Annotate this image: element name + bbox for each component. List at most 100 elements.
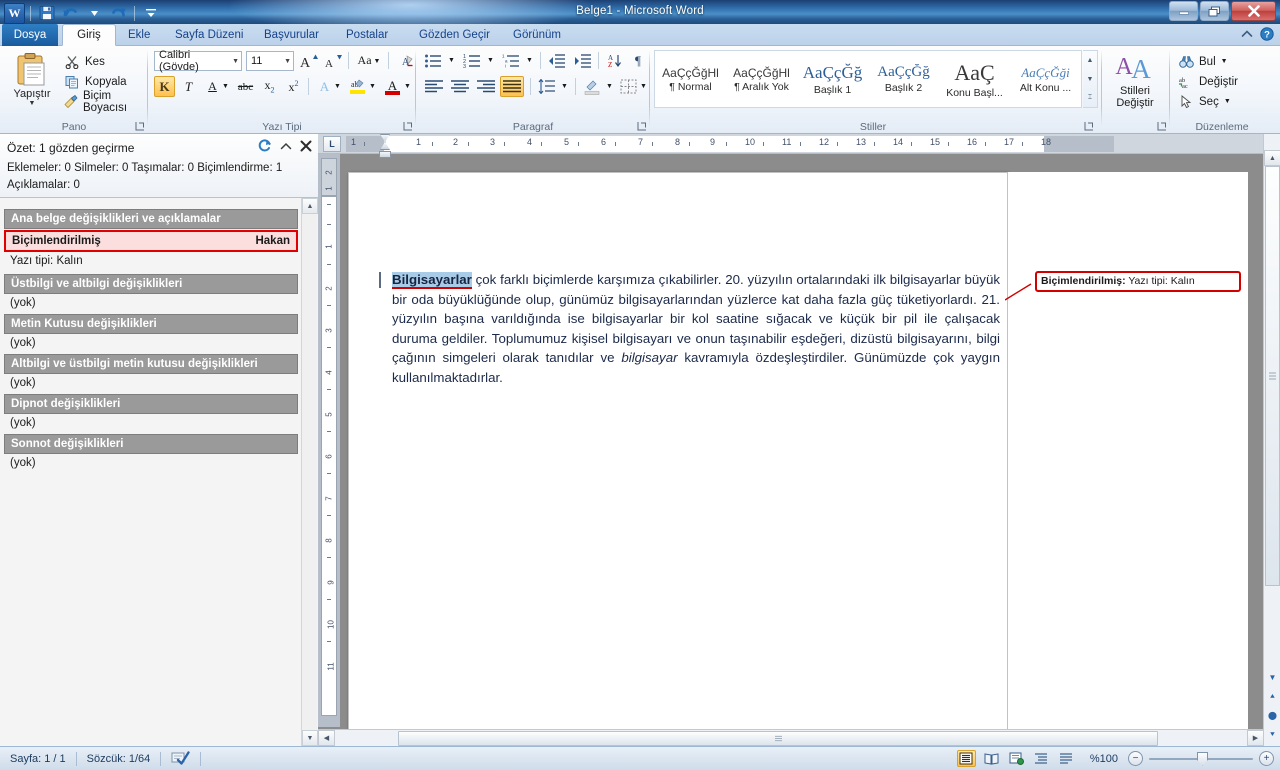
draft-view-button[interactable]: [1057, 750, 1076, 767]
styles-dialog-launcher-icon[interactable]: [1083, 121, 1094, 132]
styles-gallery-scroll[interactable]: ▲ ▼ ⌶: [1083, 50, 1098, 108]
shrink-font-icon[interactable]: A: [322, 50, 344, 71]
clear-formatting-icon[interactable]: A: [394, 50, 416, 71]
hscroll-left-icon[interactable]: ◀: [318, 730, 335, 746]
left-indent-marker[interactable]: [379, 151, 391, 158]
ribbon-help-icons[interactable]: ?: [1241, 27, 1274, 44]
tab-postalar[interactable]: Postalar: [336, 24, 398, 46]
zoom-slider[interactable]: [1149, 751, 1253, 766]
web-layout-view-button[interactable]: [1007, 750, 1026, 767]
shading-icon[interactable]: [581, 76, 603, 97]
vscroll-down-icon[interactable]: ▼: [1265, 668, 1280, 687]
superscript-button[interactable]: x2: [283, 76, 304, 97]
window-controls[interactable]: [1169, 1, 1276, 21]
bold-button[interactable]: K: [154, 76, 175, 97]
hscroll-thumb[interactable]: [398, 731, 1158, 746]
paste-button[interactable]: Yapıştır ▼: [6, 50, 58, 114]
style-item-baslik-1[interactable]: AaÇçĞğ Başlık 1: [797, 51, 868, 107]
underline-dropdown-icon[interactable]: ▼: [220, 76, 231, 97]
borders-icon[interactable]: [617, 76, 639, 97]
text-highlight-icon[interactable]: ab: [347, 76, 368, 97]
style-item-normal[interactable]: AaÇçĞğHl ¶ Normal: [655, 51, 726, 107]
font-name-combo[interactable]: Calibri (Gövde) ▼: [154, 49, 242, 73]
borders-dropdown-icon[interactable]: ▼: [638, 76, 649, 97]
paste-dropdown-icon[interactable]: ▼: [29, 100, 36, 107]
numbering-dropdown-icon[interactable]: ▼: [485, 50, 496, 71]
select-button[interactable]: Seç ▼: [1176, 92, 1231, 111]
text-highlight-dropdown-icon[interactable]: ▼: [367, 76, 378, 97]
align-right-button[interactable]: [474, 76, 498, 97]
gallery-more-icon[interactable]: ⌶: [1083, 88, 1097, 107]
select-dropdown-icon[interactable]: ▼: [1224, 98, 1231, 105]
change-styles-button[interactable]: A A Stilleri Değiştir: [1106, 50, 1164, 120]
style-item-konu-basligi[interactable]: AaÇ Konu Başl...: [939, 51, 1010, 107]
paragraph-dialog-launcher-icon[interactable]: [636, 121, 647, 132]
vertical-scrollbar[interactable]: ▲ ▼ ⯅ ⬤ ⯆: [1263, 134, 1280, 746]
line-spacing-icon[interactable]: [536, 76, 558, 97]
tab-gorunum[interactable]: Görünüm: [503, 24, 571, 46]
gallery-scroll-down-icon[interactable]: ▼: [1083, 70, 1097, 89]
multilevel-list-dropdown-icon[interactable]: ▼: [524, 50, 535, 71]
font-size-combo[interactable]: 11 ▼: [246, 51, 294, 71]
decrease-indent-icon[interactable]: [546, 50, 568, 71]
line-spacing-dropdown-icon[interactable]: ▼: [559, 76, 570, 97]
zoom-level-label[interactable]: %100: [1082, 750, 1122, 768]
word-count-indicator[interactable]: Sözcük: 1/64: [77, 750, 161, 768]
font-dialog-launcher-icon[interactable]: [402, 121, 413, 132]
gallery-scroll-up-icon[interactable]: ▲: [1083, 51, 1097, 70]
selected-word[interactable]: Bilgisayarlar: [392, 272, 472, 289]
close-button[interactable]: [1231, 1, 1276, 21]
format-painter-button[interactable]: Biçim Boyacısı: [62, 90, 148, 114]
refresh-icon[interactable]: [257, 139, 272, 156]
grow-font-icon[interactable]: A: [298, 50, 320, 71]
show-formatting-marks-icon[interactable]: ¶: [628, 50, 648, 71]
page-indicator[interactable]: Sayfa: 1 / 1: [0, 750, 76, 768]
change-entry-row[interactable]: Biçimlendirilmiş Hakan: [4, 230, 298, 252]
zoom-slider-thumb[interactable]: [1197, 751, 1208, 766]
collapse-icon[interactable]: [280, 141, 292, 155]
close-pane-icon[interactable]: [300, 140, 312, 155]
minimize-button[interactable]: [1169, 1, 1198, 21]
numbering-icon[interactable]: 123: [461, 50, 483, 71]
document-page[interactable]: [348, 172, 1008, 770]
horizontal-ruler[interactable]: L 1 1 2 3 4 5 6 7 8 9 10 11 12 13 14 15 …: [318, 134, 1280, 158]
change-case-icon[interactable]: Aa ▼: [354, 50, 384, 71]
align-center-button[interactable]: [448, 76, 472, 97]
zoom-in-button[interactable]: +: [1259, 751, 1274, 766]
copy-button[interactable]: Kopyala: [62, 72, 127, 91]
vscroll-thumb[interactable]: [1265, 166, 1280, 586]
next-page-icon[interactable]: ⯆: [1265, 725, 1280, 744]
browse-object-icon[interactable]: ⬤: [1265, 706, 1280, 725]
vertical-ruler[interactable]: 2 1 1 2 3 4 5 6 7 8 9 10 11: [318, 154, 340, 727]
bullets-icon[interactable]: [422, 50, 444, 71]
pane-scroll-up-icon[interactable]: ▲: [302, 198, 318, 214]
vscroll-up-icon[interactable]: ▲: [1264, 150, 1280, 166]
justify-button[interactable]: [500, 76, 524, 97]
ribbon-tabs[interactable]: Dosya Giriş Ekle Sayfa Düzeni Başvurular…: [0, 24, 1280, 46]
cut-button[interactable]: Kes: [62, 52, 105, 71]
style-item-baslik-2[interactable]: AaÇçĞğ Başlık 2: [868, 51, 939, 107]
italic-button[interactable]: T: [178, 76, 199, 97]
font-color-dropdown-icon[interactable]: ▼: [402, 76, 413, 97]
style-item-aralik-yok[interactable]: AaÇçĞğHl ¶ Aralık Yok: [726, 51, 797, 107]
tab-dosya[interactable]: Dosya: [2, 24, 58, 46]
sort-icon[interactable]: A Z: [604, 50, 626, 71]
styles-gallery[interactable]: AaÇçĞğHl ¶ Normal AaÇçĞğHl ¶ Aralık Yok …: [654, 50, 1082, 108]
tab-selector-button[interactable]: L: [323, 136, 341, 152]
full-screen-reading-view-button[interactable]: [982, 750, 1001, 767]
print-layout-view-button[interactable]: [956, 750, 976, 767]
change-styles-dialog-launcher-icon[interactable]: [1156, 121, 1167, 132]
collapse-ribbon-icon[interactable]: [1241, 29, 1253, 42]
clipboard-dialog-launcher-icon[interactable]: [134, 121, 145, 132]
increase-indent-icon[interactable]: [572, 50, 594, 71]
text-effects-dropdown-icon[interactable]: ▼: [332, 76, 343, 97]
shading-dropdown-icon[interactable]: ▼: [604, 76, 615, 97]
help-icon[interactable]: ?: [1260, 27, 1274, 44]
subscript-button[interactable]: x2: [259, 76, 280, 97]
multilevel-list-icon[interactable]: 1ai: [500, 50, 522, 71]
pane-scroll-down-icon[interactable]: ▼: [302, 730, 318, 746]
proofing-status-button[interactable]: [161, 750, 200, 768]
formatting-callout[interactable]: Biçimlendirilmiş: Yazı tipi: Kalın: [1035, 271, 1241, 292]
outline-view-button[interactable]: [1032, 750, 1051, 767]
find-dropdown-icon[interactable]: ▼: [1221, 58, 1228, 65]
